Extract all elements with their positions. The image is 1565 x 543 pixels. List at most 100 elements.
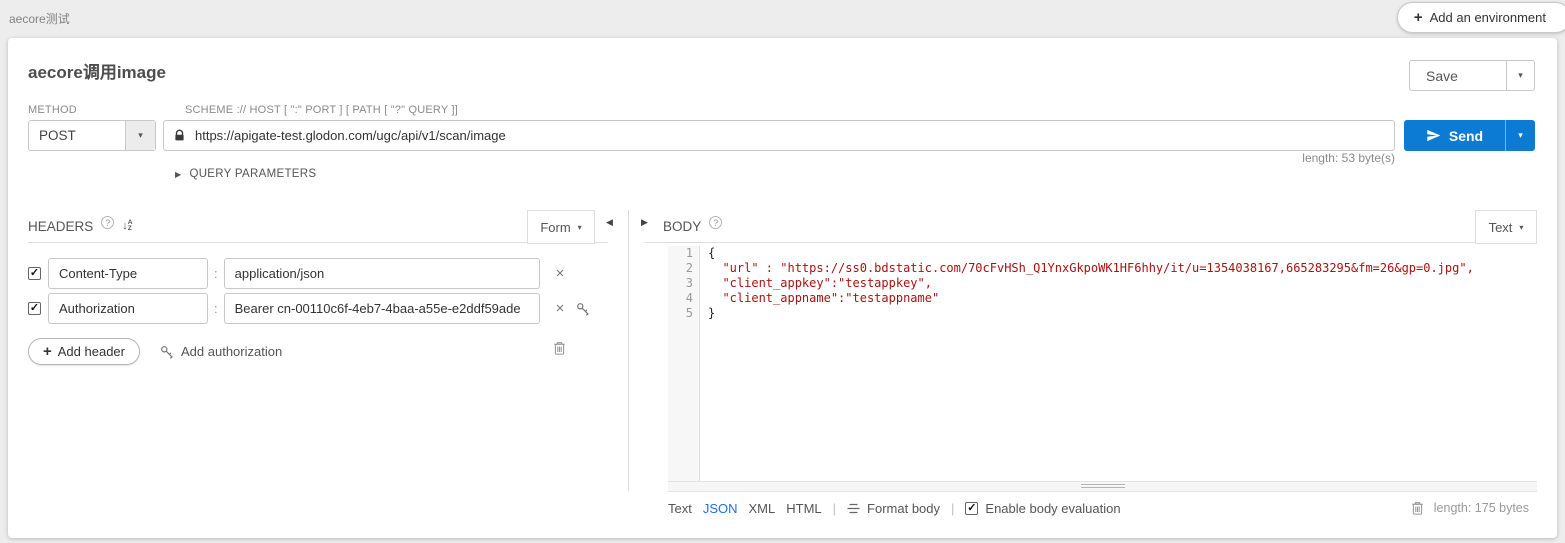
header-row: ✓ : ×	[28, 293, 590, 324]
headers-actions-row: + Add header Add authorization	[28, 338, 282, 365]
header-enabled-checkbox[interactable]: ✓	[28, 267, 41, 280]
body-code-editor[interactable]: 1 { 2 "url" : "https://ss0.bdstatic.com/…	[668, 246, 1537, 481]
editor-resize-handle[interactable]	[668, 481, 1537, 492]
sort-headers-icon[interactable]: ↓ AZ	[122, 220, 132, 232]
chevron-down-icon: ▾	[1518, 70, 1523, 80]
trash-icon	[1411, 501, 1424, 515]
header-name-input[interactable]	[48, 293, 208, 324]
add-authorization-button[interactable]: Add authorization	[160, 344, 282, 359]
code-line: 1 {	[668, 246, 1537, 261]
plus-icon: +	[1414, 10, 1423, 25]
header-separator: :	[214, 266, 218, 281]
code-line: 3 "client_appkey":"testappkey",	[668, 276, 1537, 291]
send-label: Send	[1449, 128, 1483, 144]
app-title: aecore测试	[9, 10, 70, 27]
delete-headers-button[interactable]	[553, 341, 566, 358]
add-header-label: Add header	[58, 344, 125, 359]
send-icon	[1426, 128, 1441, 143]
send-button[interactable]: Send	[1404, 120, 1505, 151]
body-mode-select[interactable]: Text ▾	[1475, 210, 1537, 244]
add-authorization-label: Add authorization	[181, 344, 282, 359]
code-text: "client_appkey":"testappkey",	[700, 276, 932, 291]
body-mode-value: Text	[1489, 220, 1513, 235]
headers-mode-select[interactable]: Form ▾	[527, 210, 595, 244]
code-line: 4 "client_appname":"testappname"	[668, 291, 1537, 306]
body-type-json[interactable]: JSON	[703, 501, 738, 516]
method-select[interactable]: POST ▾	[28, 120, 156, 151]
page-title: aecore调用image	[28, 58, 166, 83]
plus-icon: +	[43, 344, 52, 359]
close-icon: ×	[556, 265, 565, 282]
line-number: 2	[668, 261, 700, 276]
code-text: "url" : "https://ss0.bdstatic.com/70cFvH…	[700, 261, 1474, 276]
eval-checkbox[interactable]: ✓	[965, 502, 978, 515]
scheme-label: SCHEME :// HOST [ ":" PORT ] [ PATH [ "?…	[185, 104, 458, 116]
add-header-button[interactable]: + Add header	[28, 338, 140, 365]
lock-icon	[173, 129, 186, 142]
url-field-wrap	[163, 120, 1395, 151]
headers-panel-header: HEADERS ? ↓ AZ	[28, 210, 608, 243]
enable-body-evaluation-toggle[interactable]: ✓ Enable body evaluation	[965, 501, 1120, 516]
format-align-icon	[847, 503, 860, 514]
help-icon[interactable]: ?	[101, 216, 114, 229]
remove-header-button[interactable]: ×	[556, 266, 565, 281]
check-icon: ✓	[30, 267, 39, 279]
save-button[interactable]: Save	[1410, 61, 1506, 90]
url-input[interactable]	[163, 120, 1395, 151]
panel-divider[interactable]	[628, 210, 629, 491]
save-dropdown-button[interactable]: ▾	[1506, 61, 1534, 90]
key-icon	[160, 345, 174, 359]
body-type-text[interactable]: Text	[668, 501, 692, 516]
header-name-input[interactable]	[48, 258, 208, 289]
divider: |	[951, 501, 954, 516]
key-icon	[576, 302, 590, 316]
remove-header-button[interactable]: ×	[556, 301, 565, 316]
code-text: {	[700, 246, 715, 261]
enable-eval-label: Enable body evaluation	[985, 501, 1120, 516]
chevron-left-icon: ◀	[606, 217, 613, 227]
clear-body-button[interactable]	[1411, 501, 1424, 515]
chevron-down-icon: ▾	[125, 121, 155, 150]
request-card: aecore调用image Save ▾ METHOD SCHEME :// H…	[8, 38, 1557, 538]
check-icon: ✓	[30, 302, 39, 314]
line-number: 4	[668, 291, 700, 306]
send-dropdown-button[interactable]: ▾	[1505, 120, 1535, 151]
body-length-text: length: 175 bytes	[1434, 501, 1529, 515]
divider: |	[833, 501, 836, 516]
chevron-right-icon: ▶	[175, 170, 181, 179]
header-separator: :	[214, 301, 218, 316]
body-type-html[interactable]: HTML	[786, 501, 821, 516]
header-enabled-checkbox[interactable]: ✓	[28, 302, 41, 315]
help-icon[interactable]: ?	[709, 216, 722, 229]
add-environment-label: Add an environment	[1430, 10, 1546, 25]
headers-mode-value: Form	[540, 220, 570, 235]
headers-title: HEADERS	[28, 219, 93, 234]
body-title: BODY	[663, 219, 701, 234]
line-number: 1	[668, 246, 700, 261]
save-split-button: Save ▾	[1409, 60, 1535, 91]
close-icon: ×	[556, 300, 565, 317]
chevron-down-icon: ▾	[578, 223, 582, 232]
edit-authorization-button[interactable]	[576, 302, 590, 316]
query-parameters-label: QUERY PARAMETERS	[189, 168, 316, 180]
code-text: "client_appname":"testappname"	[700, 291, 939, 306]
format-body-button[interactable]: Format body	[847, 501, 940, 516]
body-type-xml[interactable]: XML	[749, 501, 776, 516]
header-value-input[interactable]	[224, 258, 540, 289]
body-footer-toolbar: Text JSON XML HTML | Format body | ✓ Ena…	[668, 499, 1121, 517]
add-environment-button[interactable]: + Add an environment	[1397, 2, 1565, 33]
url-length-text: length: 53 byte(s)	[1302, 151, 1395, 165]
chevron-down-icon: ▾	[1518, 130, 1523, 141]
code-line: 5 }	[668, 306, 1537, 321]
header-value-input[interactable]	[224, 293, 540, 324]
check-icon: ✓	[967, 502, 976, 514]
body-panel-header: BODY ?	[645, 210, 1537, 243]
line-number: 5	[668, 306, 700, 321]
query-parameters-toggle[interactable]: ▶ QUERY PARAMETERS	[175, 168, 316, 180]
collapse-headers-panel-button[interactable]: ◀	[606, 217, 613, 228]
method-label: METHOD	[28, 104, 77, 116]
line-number: 3	[668, 276, 700, 291]
send-split-button: Send ▾	[1404, 120, 1535, 151]
trash-icon	[553, 341, 566, 355]
code-text: }	[700, 306, 715, 321]
